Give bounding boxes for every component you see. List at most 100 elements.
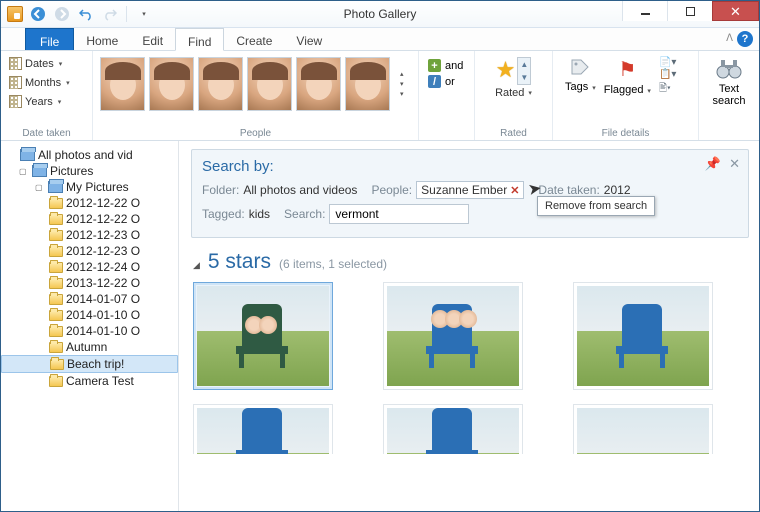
group-rated: ★ ▲▼ Rated▾ Rated — [475, 51, 553, 140]
images-icon — [48, 181, 63, 193]
tree-folder[interactable]: 2014-01-10 O — [1, 307, 178, 323]
tree-pictures[interactable]: ▢Pictures — [1, 163, 178, 179]
people-more[interactable]: ▾ — [400, 90, 404, 98]
title-bar: ▾ Photo Gallery ✕ — [1, 1, 759, 28]
tree-folder[interactable]: 2012-12-22 O — [1, 211, 178, 227]
group-label-people: People — [97, 126, 414, 140]
date-value: 2012 — [604, 183, 631, 197]
person-thumb[interactable] — [296, 57, 341, 111]
tree-label: 2012-12-23 O — [66, 244, 140, 258]
or-label: or — [445, 76, 455, 88]
tree-root[interactable]: All photos and vid — [1, 147, 178, 163]
ribbon-tabs: File Home Edit Find Create View ᐱ ? — [1, 28, 759, 51]
years-button[interactable]: Years▾ — [5, 92, 88, 111]
tab-find[interactable]: Find — [175, 28, 224, 51]
back-button[interactable] — [27, 3, 49, 25]
tree-folder[interactable]: 2014-01-10 O — [1, 323, 178, 339]
person-thumb[interactable] — [100, 57, 145, 111]
person-thumb[interactable] — [149, 57, 194, 111]
minimize-ribbon-icon[interactable]: ᐱ — [726, 31, 733, 47]
photo-thumb[interactable] — [573, 404, 713, 454]
group-label-rated: Rated — [479, 126, 548, 140]
group-label-date: Date taken — [5, 126, 88, 140]
close-button[interactable]: ✕ — [712, 1, 759, 21]
group-people: ▴ ▾ ▾ People — [93, 51, 419, 140]
close-panel-icon[interactable]: ✕ — [729, 156, 740, 172]
people-chip[interactable]: Suzanne Ember✕ — [416, 181, 524, 199]
person-thumb[interactable] — [198, 57, 243, 111]
thumbnail-grid-row2 — [191, 404, 749, 454]
tree-folder-selected[interactable]: Beach trip! — [1, 355, 178, 373]
app-window: ▾ Photo Gallery ✕ File Home Edit Find Cr… — [0, 0, 760, 512]
tree-folder[interactable]: Autumn — [1, 339, 178, 355]
tree-folder[interactable]: 2013-12-22 O — [1, 275, 178, 291]
tab-edit[interactable]: Edit — [130, 28, 175, 50]
person-thumb[interactable] — [247, 57, 292, 111]
flag-icon: ⚑ — [618, 57, 636, 82]
flagged-button[interactable]: ⚑ Flagged ▾ — [604, 57, 651, 98]
tab-view[interactable]: View — [284, 28, 334, 50]
photo-thumb[interactable] — [193, 404, 333, 454]
tab-create[interactable]: Create — [224, 28, 284, 50]
images-icon — [20, 149, 35, 161]
rated-label: Rated — [495, 87, 524, 99]
help-button[interactable]: ? — [737, 31, 753, 47]
tree-label: Camera Test — [66, 374, 134, 388]
tree-folder[interactable]: Camera Test — [1, 373, 178, 389]
window-controls: ✕ — [622, 1, 759, 21]
tree-folder[interactable]: 2014-01-07 O — [1, 291, 178, 307]
rated-button[interactable]: Rated▾ — [495, 87, 532, 99]
date-label: Date taken: — [538, 183, 599, 197]
thumbnail-grid — [191, 282, 749, 390]
detail-small-3[interactable]: 🖹▾ — [659, 81, 676, 98]
and-button[interactable]: +and — [428, 59, 465, 72]
folder-icon — [49, 376, 63, 387]
tooltip: Remove from search — [537, 196, 655, 216]
qat-customize[interactable]: ▾ — [132, 3, 154, 25]
or-button[interactable]: /or — [428, 75, 465, 88]
months-button[interactable]: Months▾ — [5, 73, 88, 92]
tags-button[interactable]: Tags ▾ — [565, 57, 596, 98]
text-search-button[interactable]: Text search — [703, 54, 755, 107]
tree-label: Beach trip! — [67, 357, 124, 371]
tree-my-pictures[interactable]: ▢My Pictures — [1, 179, 178, 195]
detail-small-2[interactable]: 📋▾ — [659, 69, 676, 80]
tree-folder[interactable]: 2012-12-22 O — [1, 195, 178, 211]
pin-icon[interactable]: 📌 — [705, 156, 721, 172]
remove-chip-icon[interactable]: ✕ — [510, 184, 519, 197]
photo-thumb[interactable] — [383, 404, 523, 454]
maximize-button[interactable] — [667, 1, 712, 21]
people-scroll-down[interactable]: ▾ — [400, 80, 404, 88]
photo-thumb[interactable] — [573, 282, 713, 390]
app-icon — [7, 6, 23, 22]
folder-icon — [49, 326, 63, 337]
forward-button[interactable] — [51, 3, 73, 25]
folder-tree[interactable]: All photos and vid ▢Pictures ▢My Picture… — [1, 141, 179, 511]
file-tab[interactable]: File — [25, 28, 74, 50]
tree-folder[interactable]: 2012-12-24 O — [1, 259, 178, 275]
separator — [126, 6, 127, 22]
plus-icon: + — [428, 59, 441, 72]
undo-button[interactable] — [75, 3, 97, 25]
folder-icon — [50, 359, 64, 370]
dates-button[interactable]: Dates▾ — [5, 54, 88, 73]
search-input[interactable] — [329, 204, 469, 224]
tree-label: Pictures — [50, 164, 93, 178]
folder-icon — [49, 230, 63, 241]
collapse-icon[interactable]: ◢ — [193, 260, 200, 271]
folder-label: Folder: — [202, 183, 239, 197]
minimize-button[interactable] — [622, 1, 667, 21]
detail-small-1[interactable]: 📄▾ — [659, 57, 676, 68]
redo-button[interactable] — [99, 3, 121, 25]
person-thumb[interactable] — [345, 57, 390, 111]
months-label: Months — [25, 77, 61, 89]
photo-thumb[interactable] — [193, 282, 333, 390]
tree-folder[interactable]: 2012-12-23 O — [1, 227, 178, 243]
rating-updown[interactable]: ▲▼ — [517, 57, 531, 85]
tree-folder[interactable]: 2012-12-23 O — [1, 243, 178, 259]
folder-icon — [49, 278, 63, 289]
photo-thumb[interactable] — [383, 282, 523, 390]
tab-home[interactable]: Home — [74, 28, 130, 50]
people-scroll-up[interactable]: ▴ — [400, 70, 404, 78]
tree-label: 2012-12-23 O — [66, 228, 140, 242]
